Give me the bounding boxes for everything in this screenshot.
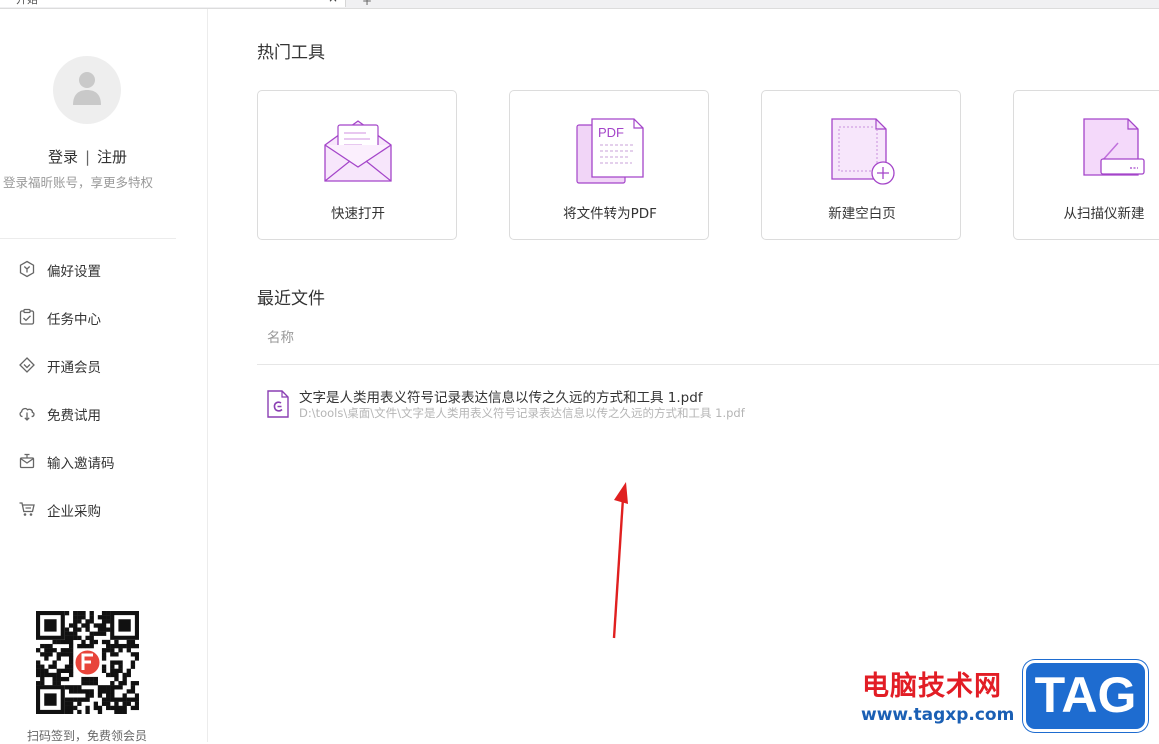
watermark-logo: TAG bbox=[1023, 660, 1148, 732]
enterprise-purchase-icon bbox=[19, 502, 35, 516]
tool-label: 从扫描仪新建 bbox=[1063, 206, 1145, 222]
tool-new-blank-page[interactable]: 新建空白页 bbox=[761, 90, 961, 240]
invite-code-icon bbox=[19, 453, 35, 469]
tab-strip: 开始 × + bbox=[0, 0, 1159, 9]
tool-scanner-new[interactable]: 从扫描仪新建 bbox=[1013, 90, 1159, 240]
sidebar-item-label: 任务中心 bbox=[47, 312, 101, 328]
sidebar-item-task-center[interactable]: 任务中心 bbox=[0, 297, 207, 337]
recent-file-row[interactable]: 文字是人类用表义符号记录表达信息以传之久远的方式和工具 1.pdf D:\too… bbox=[257, 380, 1159, 426]
recent-files-title: 最近文件 bbox=[257, 289, 325, 309]
file-name: 文字是人类用表义符号记录表达信息以传之久远的方式和工具 1.pdf bbox=[299, 390, 703, 406]
tool-label: 快速打开 bbox=[331, 206, 385, 222]
tool-label: 将文件转为PDF bbox=[563, 206, 657, 222]
column-header-name[interactable]: 名称 bbox=[267, 326, 294, 346]
login-register-row: 登录 | 注册 bbox=[0, 146, 175, 167]
task-center-icon bbox=[19, 308, 35, 325]
annotation-arrow-icon bbox=[612, 482, 628, 639]
pdf-badge: PDF bbox=[598, 125, 624, 140]
sidebar-item-free-trial[interactable]: 免费试用 bbox=[0, 393, 207, 433]
sidebar-item-label: 输入邀请码 bbox=[47, 456, 115, 472]
sidebar: 登录 | 注册 登录福昕账号，享更多特权 偏好设置 任务中心 开通会员 免费试用… bbox=[0, 9, 208, 743]
watermark-logo-text: TAG bbox=[1034, 667, 1137, 723]
sidebar-item-label: 免费试用 bbox=[47, 408, 101, 424]
watermark-url: www.tagxp.com bbox=[861, 705, 1015, 725]
sidebar-item-enterprise-purchase[interactable]: 企业采购 bbox=[0, 489, 207, 529]
sidebar-item-vip[interactable]: 开通会员 bbox=[0, 345, 207, 385]
free-trial-icon bbox=[19, 407, 35, 421]
new-blank-page-icon bbox=[831, 118, 895, 185]
tab-start[interactable]: 开始 × bbox=[0, 0, 346, 7]
login-link[interactable]: 登录 bbox=[48, 148, 78, 166]
sidebar-item-label: 偏好设置 bbox=[47, 264, 101, 280]
register-link[interactable]: 注册 bbox=[97, 148, 127, 166]
tool-label: 新建空白页 bbox=[828, 206, 896, 222]
avatar[interactable] bbox=[53, 56, 121, 124]
pdf-file-icon bbox=[267, 390, 289, 418]
sidebar-item-invite-code[interactable]: 输入邀请码 bbox=[0, 441, 207, 481]
scanner-new-icon bbox=[1083, 118, 1145, 176]
sidebar-divider bbox=[0, 238, 176, 239]
tool-convert-to-pdf[interactable]: PDF 将文件转为PDF bbox=[509, 90, 709, 240]
watermark-site-name: 电脑技术网 bbox=[862, 671, 1002, 702]
qr-caption: 扫码签到，免费领会员 bbox=[27, 729, 148, 743]
quick-open-icon bbox=[324, 120, 392, 182]
login-separator: | bbox=[84, 148, 91, 166]
sidebar-item-preferences[interactable]: 偏好设置 bbox=[0, 249, 207, 289]
list-divider bbox=[257, 364, 1159, 365]
preferences-icon bbox=[19, 260, 35, 278]
tab-label: 开始 bbox=[16, 0, 38, 5]
hot-tools-title: 热门工具 bbox=[257, 43, 325, 63]
tab-close-icon[interactable]: × bbox=[328, 0, 338, 4]
vip-icon bbox=[19, 357, 35, 373]
sidebar-item-label: 开通会员 bbox=[47, 360, 101, 376]
qr-code-icon bbox=[36, 611, 139, 714]
user-icon bbox=[73, 72, 101, 105]
tool-quick-open[interactable]: 快速打开 bbox=[257, 90, 457, 240]
new-tab-icon[interactable]: + bbox=[362, 0, 372, 8]
sidebar-item-label: 企业采购 bbox=[47, 504, 101, 520]
file-path: D:\tools\桌面\文件\文字是人类用表义符号记录表达信息以传之久远的方式和… bbox=[299, 406, 745, 420]
convert-to-pdf-icon: PDF bbox=[576, 118, 644, 184]
login-hint: 登录福昕账号，享更多特权 bbox=[3, 175, 154, 190]
